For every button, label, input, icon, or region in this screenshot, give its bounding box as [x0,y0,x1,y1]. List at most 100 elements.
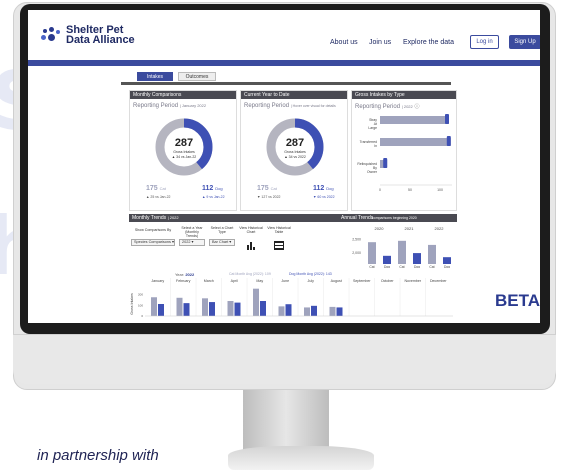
control-label-year: Select a Year (Monthly Trends) [181,226,203,238]
annual-bar [428,244,436,264]
reporting-period: Reporting Period | Hover over visual for… [244,103,336,109]
gross-intakes-label: Gross Intakes [284,150,306,154]
reporting-period: Reporting Period | January 2022 [133,103,207,109]
bar-dog [311,305,317,316]
cat-stat: 175 Cat [146,185,166,192]
month-label: May [256,279,263,283]
dashboard-screen: Shelter Pet Data Alliance About us Join … [28,10,540,323]
reporting-period: Reporting Period | 2022 ⓘ [355,104,420,110]
dog-icon [383,158,388,168]
chart-type-select[interactable]: Bar Chart ▾ [209,239,235,246]
stage: S h in partnership with Shelter Pet Data… [0,0,568,470]
annual-x-label: Dog [444,265,450,268]
bar-cat [176,297,183,316]
y-tick-label: 200 [138,293,143,297]
bar-cat [151,297,157,316]
gross-intakes-total: 287 [174,137,194,149]
bar-dog [234,302,241,316]
control-label-comparisons: Show Comparisons By [134,228,172,232]
legend-dog-average: Dog Month Avg (2022): 143 [289,272,332,276]
historical-chart-icon[interactable] [246,241,256,250]
trends-title: Monthly Trends [132,215,167,221]
gross-intakes-change: ▲ 34 vs Jan-22 [171,155,197,159]
control-label-chart-type: Select a Chart Type [210,226,234,234]
bar-dog [209,302,215,316]
comparisons-select[interactable]: Species Comparisons ▾ [131,239,175,246]
gross-intakes-bar-chart[interactable]: StrayAtLargeTransferredInRelinquishedByO… [352,111,458,211]
bar-dog [183,303,190,316]
cat-value: 175 [257,185,269,192]
panel-monthly-comparisons: Monthly Comparisons Reporting Period | J… [129,90,237,211]
month-label: September [353,279,371,283]
annual-bar [398,240,406,264]
bar-dog [260,301,266,316]
nav-link-about[interactable]: About us [330,39,358,46]
signup-button[interactable]: Sign Up [509,35,540,49]
annual-x-label: Cat [399,265,404,268]
month-label: December [430,279,447,283]
cat-value: 175 [146,185,158,192]
annual-x-label: Dog [384,265,390,268]
y-tick-label: 2,000 [352,251,361,255]
month-label: August [331,279,342,283]
type-label: Large [368,126,377,130]
top-navigation: Shelter Pet Data Alliance About us Join … [28,10,540,58]
reporting-label: Reporting Period [355,104,401,110]
info-icon[interactable]: ⓘ [414,104,419,110]
annual-trends-chart[interactable]: 2,500 2,000 2020 2021 2022 Cat Dog Cat Dog Cat Dog [341,224,455,268]
dog-label: Dog [215,186,223,191]
annual-x-label: Dog [414,265,420,268]
y-tick-label: 2,500 [352,237,361,241]
month-label: April [231,279,238,283]
bar-cat [227,301,234,316]
tab-intakes[interactable]: Intakes [137,72,173,81]
panel-gross-intakes-by-type: Gross Intakes by Type Reporting Period |… [351,90,457,211]
x-tick-label: 0 [379,188,381,192]
panel-current-year-to-date: Current Year to Date Reporting Period | … [240,90,348,211]
brand-logo[interactable]: Shelter Pet Data Alliance [66,25,135,46]
header-strip [28,60,540,66]
reporting-label: Reporting Period [244,103,290,109]
month-label: November [404,279,421,283]
dog-label: Dog [326,186,334,191]
cat-change: ▼ 127 vs 2022 [257,195,281,199]
tab-underline [121,82,451,85]
type-label: Owner [367,170,378,174]
dog-stat: 112 Dog [313,185,334,192]
historical-table-icon[interactable] [274,241,284,250]
month-label: January [151,279,164,283]
annual-bar [413,253,421,264]
month-label: July [308,279,315,283]
month-label: March [204,279,214,283]
control-label-historical-table: View Historical Table [267,226,291,234]
dog-icon [446,136,451,146]
reporting-value: 2022 [403,104,413,109]
bar-dog [158,304,164,316]
legend-cat-average: Cat Month Avg (2022): 109 [229,272,271,276]
monthly-trends-bar-chart[interactable]: Gross Intakes 200 100 0 January February March… [129,278,457,318]
cat-label: Cat [270,186,277,191]
annual-bar [368,242,376,264]
gross-intakes-total: 287 [285,137,305,149]
nav-link-explore[interactable]: Explore the data [403,39,454,46]
dog-icon [445,114,449,124]
year-select[interactable]: 2022 ▾ [179,239,205,246]
monitor-stand-base [228,446,374,470]
gross-intakes-change: ▲ 34 vs 2022 [284,155,306,159]
month-label: June [281,279,289,283]
nav-link-join[interactable]: Join us [369,39,391,46]
logo-icon [41,27,63,45]
tab-outcomes[interactable]: Outcomes [178,72,216,81]
x-tick-label: 100 [437,188,443,192]
reporting-value: January 2022 [181,103,207,108]
month-label: October [381,279,395,283]
bar-transferred-in [380,138,451,146]
bar-stray-at-large [380,116,449,124]
year-label: 2022 [435,226,445,231]
dog-change: ▼ 60 vs 2022 [313,195,335,199]
bar-cat [278,306,285,316]
panel-title: Gross Intakes by Type [352,91,456,99]
cat-change: ▲ 25 vs Jan-22 [146,195,171,199]
x-tick-label: 50 [408,188,412,192]
login-button[interactable]: Log in [470,35,499,49]
